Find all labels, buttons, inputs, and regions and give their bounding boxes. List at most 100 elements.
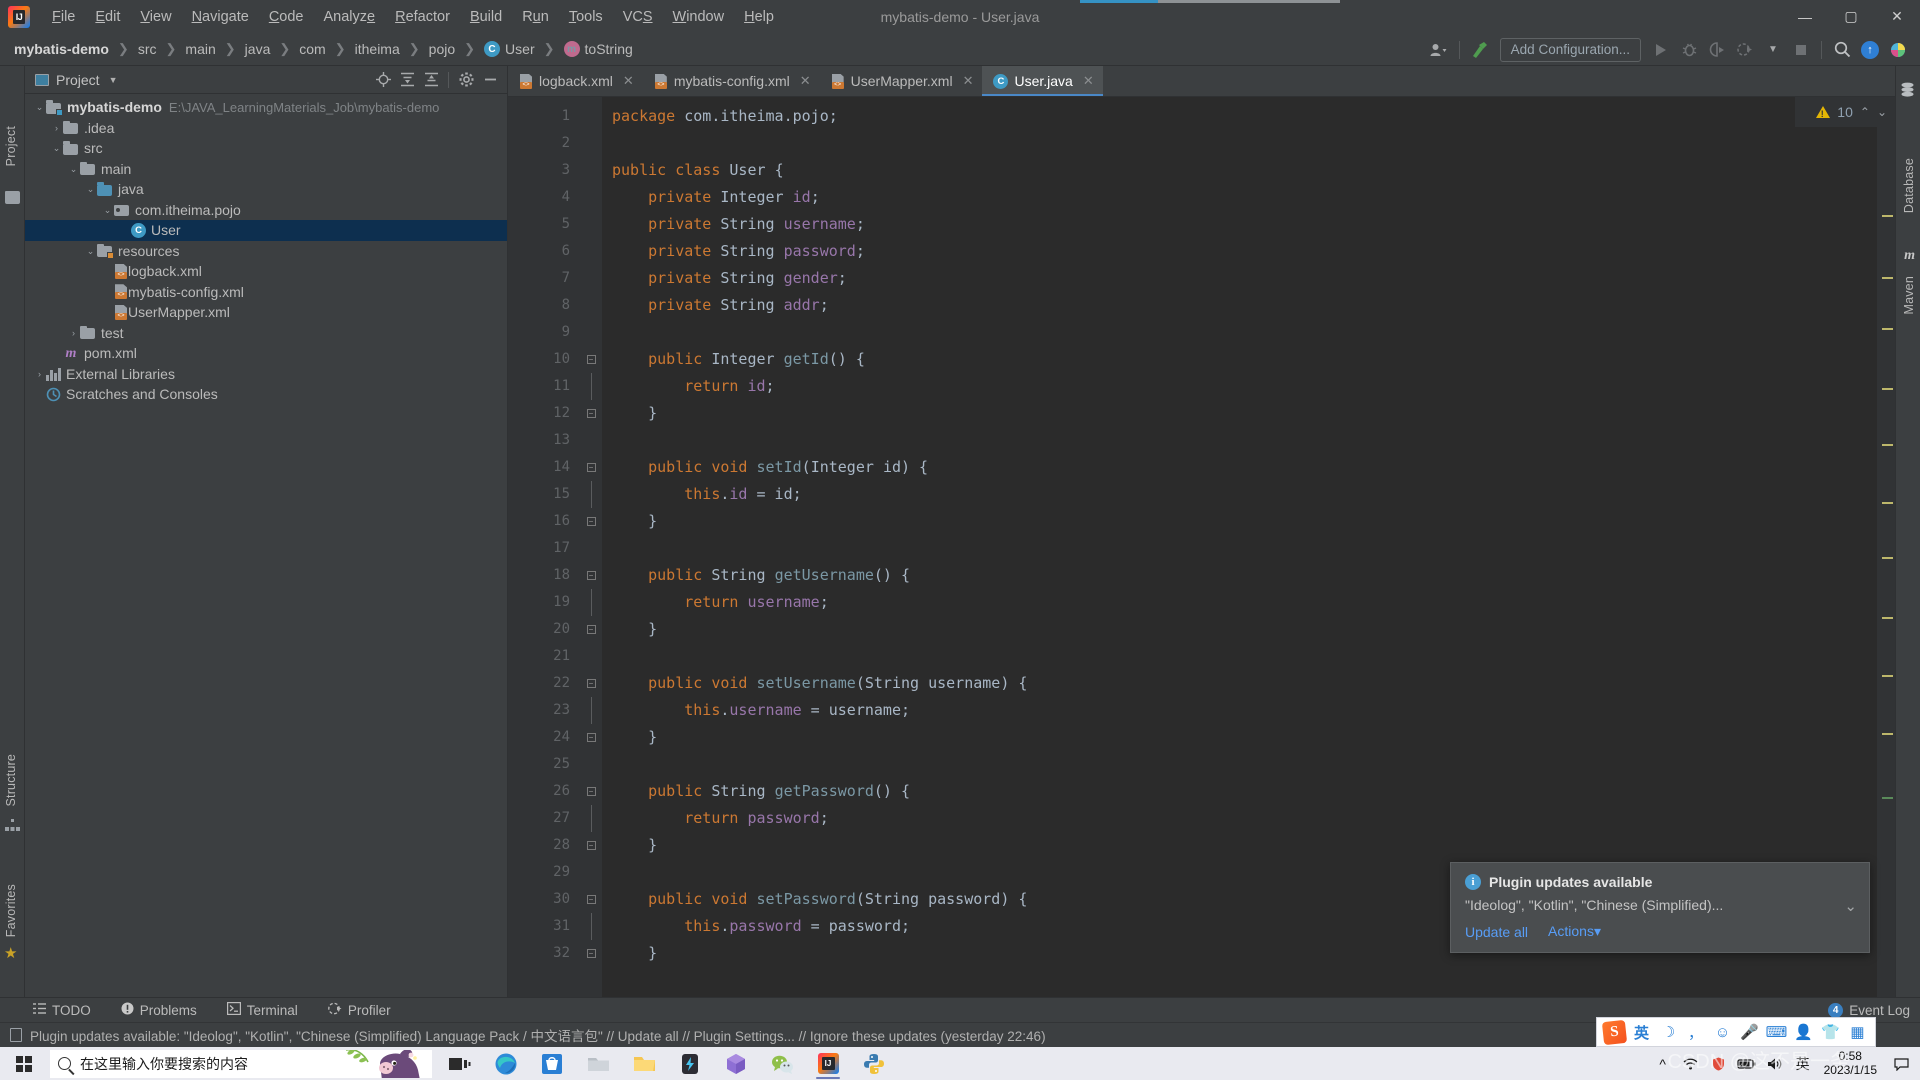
main-toolbar[interactable]: Add Configuration... ▼ ↑ (1425, 33, 1912, 66)
code-line[interactable] (612, 751, 1877, 778)
ime-keyboard-icon[interactable]: ⌨ (1763, 1018, 1790, 1046)
code-line[interactable]: this.id = id; (612, 481, 1877, 508)
microsoft-store-icon[interactable] (530, 1047, 574, 1080)
inspection-widget[interactable]: 10 ⌃ ⌄ (1795, 97, 1895, 127)
code-fold-handle[interactable]: − (580, 454, 602, 481)
expand-all-icon[interactable] (396, 69, 418, 91)
code-line[interactable]: return username; (612, 589, 1877, 616)
minimize-button[interactable]: — (1782, 0, 1828, 33)
action-center-icon[interactable] (1888, 1047, 1914, 1080)
menu-item-navigate[interactable]: Navigate (182, 4, 259, 30)
code-fold-handle[interactable]: − (580, 832, 602, 859)
update-all-link[interactable]: Update all (1465, 924, 1528, 940)
code-line[interactable]: private Integer id; (612, 184, 1877, 211)
breadcrumb[interactable]: mybatis-demo ❯ src ❯ main ❯ java ❯ com ❯ itheima ❯ p… (12, 39, 635, 59)
start-button[interactable] (0, 1047, 48, 1080)
menu-item-build[interactable]: Build (460, 4, 512, 30)
tree-row[interactable]: ⌄ main (25, 159, 507, 180)
tree-row[interactable]: ⌄ java (25, 179, 507, 200)
previous-problem-icon[interactable]: ⌃ (1860, 105, 1870, 119)
code-line[interactable]: } (612, 400, 1877, 427)
tree-row[interactable]: ·<>logback.xml (25, 261, 507, 282)
bottom-bar-item-profiler[interactable]: Profiler (323, 1000, 396, 1020)
close-tab-icon[interactable]: ✕ (1083, 73, 1094, 89)
code-fold-handle[interactable]: − (580, 724, 602, 751)
close-button[interactable]: ✕ (1874, 0, 1920, 33)
menu-item-vcs[interactable]: VCS (613, 4, 663, 30)
status-message[interactable]: Plugin updates available: "Ideolog", "Ko… (30, 1025, 1046, 1045)
chevron-down-icon[interactable]: ⌄ (33, 97, 46, 117)
menu-item-analyze[interactable]: Analyze (314, 4, 386, 30)
code-fold-handle[interactable] (580, 805, 602, 832)
ime-emoji-icon[interactable]: ☺ (1709, 1018, 1736, 1046)
code-line[interactable]: public String getPassword() { (612, 778, 1877, 805)
editor-tab-logback-xml[interactable]: <> logback.xml ✕ (508, 66, 643, 96)
file-explorer-icon[interactable] (622, 1047, 666, 1080)
code-fold-handle[interactable] (580, 589, 602, 616)
rail-item-maven[interactable]: Maven (1902, 276, 1916, 315)
code-line[interactable] (612, 319, 1877, 346)
menu-item-view[interactable]: View (130, 4, 181, 30)
bottom-bar-items[interactable]: TODO Problems Terminal Profiler (28, 1000, 396, 1020)
breadcrumb-item-user[interactable]: C User (482, 39, 537, 59)
bottom-bar-item-terminal[interactable]: Terminal (222, 1000, 303, 1020)
add-configuration-button[interactable]: Add Configuration... (1499, 37, 1641, 62)
tree-row[interactable]: › test (25, 323, 507, 344)
tree-row[interactable]: › External Libraries (25, 364, 507, 385)
show-hidden-icons-icon[interactable]: ^ (1650, 1047, 1676, 1080)
close-tab-icon[interactable]: ✕ (623, 73, 634, 89)
tree-row[interactable]: › .idea (25, 118, 507, 139)
chevron-right-icon[interactable]: › (50, 118, 63, 138)
chevron-down-icon[interactable]: ⌄ (67, 159, 80, 179)
tree-row[interactable]: ⌄ mybatis-demo E:\JAVA_LearningMaterials_J… (25, 97, 507, 118)
close-tab-icon[interactable]: ✕ (963, 73, 974, 89)
menu-item-code[interactable]: Code (259, 4, 314, 30)
rail-item-project[interactable]: Project (4, 126, 18, 166)
update-project-icon[interactable]: ↑ (1856, 37, 1884, 63)
tree-row[interactable]: ·m pom.xml (25, 343, 507, 364)
ime-indicator[interactable]: 英 (1790, 1047, 1816, 1080)
chevron-right-icon[interactable]: › (67, 323, 80, 343)
code-line[interactable]: } (612, 832, 1877, 859)
breadcrumb-item-src[interactable]: src (136, 39, 159, 59)
idea-assistant-icon[interactable] (1884, 37, 1912, 63)
code-line[interactable] (612, 427, 1877, 454)
breadcrumb-item-pojo[interactable]: pojo (427, 39, 457, 59)
code-line[interactable]: return id; (612, 373, 1877, 400)
rail-item-favorites[interactable]: Favorites (4, 884, 18, 937)
ime-moon-icon[interactable]: ☽ (1655, 1018, 1682, 1046)
stop-icon[interactable] (1787, 37, 1815, 63)
tree-row[interactable]: · Scratches and Consoles (25, 384, 507, 405)
sogou-ime-toolbar[interactable]: S 英 ☽ ， ☺ 🎤 ⌨ 👤 👕 ▦ (1596, 1017, 1876, 1047)
code-fold-handle[interactable]: − (580, 562, 602, 589)
ime-skin-icon[interactable]: 👕 (1817, 1018, 1844, 1046)
code-line[interactable]: return password; (612, 805, 1877, 832)
code-fold-handle[interactable]: − (580, 670, 602, 697)
window-controls[interactable]: — ▢ ✕ (1782, 0, 1920, 33)
search-everywhere-icon[interactable] (1828, 37, 1856, 63)
notification-actions[interactable]: Update all Actions▾ (1465, 923, 1855, 940)
code-fold-handle[interactable]: − (580, 940, 602, 967)
wechat-icon[interactable] (760, 1047, 804, 1080)
fold-gutter[interactable]: − − − − − − − − − − − − (580, 97, 602, 1022)
code-fold-handle[interactable] (580, 481, 602, 508)
event-log-label[interactable]: Event Log (1849, 1003, 1910, 1018)
code-line[interactable]: private String password; (612, 238, 1877, 265)
event-log-widget[interactable]: 4 Event Log (1828, 1002, 1910, 1018)
menu-bar[interactable]: File Edit View Navigate Code Analyze Refactor B… (42, 0, 784, 33)
menu-item-run[interactable]: Run (512, 4, 559, 30)
rail-item-structure[interactable]: Structure (4, 754, 18, 807)
code-fold-handle[interactable]: − (580, 400, 602, 427)
breadcrumb-item-com[interactable]: com (297, 39, 327, 59)
ime-voice-icon[interactable]: 🎤 (1736, 1018, 1763, 1046)
breadcrumb-item-mybatis-demo[interactable]: mybatis-demo (12, 39, 111, 59)
actions-link[interactable]: Actions▾ (1548, 923, 1601, 940)
task-view-icon[interactable] (438, 1047, 482, 1080)
run-with-coverage-icon[interactable] (1703, 37, 1731, 63)
breadcrumb-item-itheima[interactable]: itheima (353, 39, 402, 59)
code-line[interactable] (612, 643, 1877, 670)
edge-icon[interactable] (484, 1047, 528, 1080)
build-hammer-icon[interactable] (1466, 37, 1494, 63)
taskbar-clock[interactable]: 0:58 2023/1/15 (1818, 1049, 1886, 1078)
code-fold-handle[interactable]: − (580, 616, 602, 643)
